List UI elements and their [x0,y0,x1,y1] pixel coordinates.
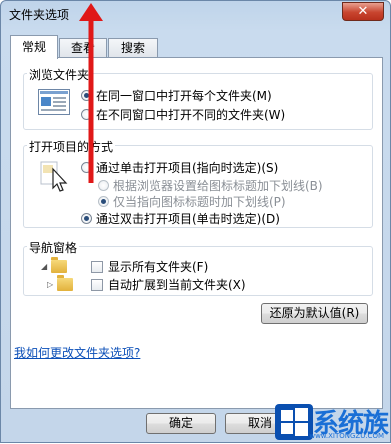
tab-view[interactable]: 查看 [59,38,107,58]
radio-double-click-button[interactable] [81,213,92,224]
help-link[interactable]: 我如何更改文件夹选项? [14,344,140,361]
tab-search-label: 搜索 [120,41,145,55]
tab-general[interactable]: 常规 [10,35,58,59]
tab-general-label: 常规 [21,40,46,54]
radio-double-click[interactable]: 通过双击打开项目(单击时选定)(D) [81,210,280,227]
radio-underline-browser-button[interactable] [98,180,109,191]
watermark: 系统族 www.XITONGZU.COM [274,403,389,440]
browse-folders-icon [38,89,70,115]
open-items-legend: 打开项目的方式 [27,138,116,155]
tree-collapsed-icon: ▷ [47,280,54,289]
cancel-button-label: 取消 [247,416,272,430]
nav-show-all-row: ◢ 显示所有文件夹(F) [41,257,209,275]
tab-search[interactable]: 搜索 [108,38,158,58]
restore-defaults-button[interactable]: 还原为默认值(R) [261,303,368,324]
window-title: 文件夹选项 [9,8,70,22]
radio-different-window-button[interactable] [81,109,92,120]
navigation-pane-legend: 导航窗格 [27,239,80,256]
general-tab-panel: 浏览文件夹 在同一窗口中打开每个文件夹(M) 在不同窗口中打开不同的文件夹(W)… [10,57,383,409]
radio-double-click-label: 通过双击打开项目(单击时选定)(D) [96,212,280,226]
folder-icon [57,275,73,291]
folder-icon [51,257,67,273]
radio-same-window[interactable]: 在同一窗口中打开每个文件夹(M) [81,87,272,104]
checkbox-show-all-folders[interactable] [91,260,103,273]
nav-auto-expand-row: ▷ 自动扩展到当前文件夹(X) [47,275,246,293]
radio-underline-browser[interactable]: 根据浏览器设置给图标标题加下划线(B) [98,177,323,194]
title-bar[interactable]: 文件夹选项 ✕ [1,1,390,29]
windows-logo-icon [274,403,313,440]
close-button[interactable]: ✕ [342,2,384,21]
radio-underline-browser-label: 根据浏览器设置给图标标题加下划线(B) [113,179,323,193]
tree-expanded-icon: ◢ [41,262,48,271]
radio-different-window[interactable]: 在不同窗口中打开不同的文件夹(W) [81,106,285,123]
radio-underline-hover-label: 仅当指向图标标题时加下划线(P) [113,195,286,209]
ok-button-label: 确定 [168,416,193,430]
tab-view-label: 查看 [70,41,95,55]
radio-different-window-label: 在不同窗口中打开不同的文件夹(W) [96,108,286,122]
radio-single-click-button[interactable] [81,162,92,173]
checkbox-auto-expand-label: 自动扩展到当前文件夹(X) [108,278,246,292]
ok-button[interactable]: 确定 [146,413,216,434]
checkbox-auto-expand[interactable] [91,278,103,291]
radio-underline-hover-button[interactable] [98,196,109,207]
radio-single-click[interactable]: 通过单击打开项目(指向时选定)(S) [81,159,278,176]
click-items-icon [40,161,68,192]
browse-folders-legend: 浏览文件夹 [27,66,92,83]
radio-underline-hover[interactable]: 仅当指向图标标题时加下划线(P) [98,193,286,210]
close-icon: ✕ [357,4,369,19]
radio-single-click-label: 通过单击打开项目(指向时选定)(S) [96,161,279,175]
radio-same-window-label: 在同一窗口中打开每个文件夹(M) [96,89,272,103]
radio-same-window-button[interactable] [81,90,92,101]
watermark-subtext: www.XITONGZU.COM [309,432,384,440]
checkbox-show-all-folders-label: 显示所有文件夹(F) [108,260,209,274]
restore-defaults-label: 还原为默认值(R) [269,306,360,320]
folder-options-dialog: 文件夹选项 ✕ 常规 查看 搜索 浏览文件夹 在同一窗口中打开每个文件夹(M) [0,0,391,443]
